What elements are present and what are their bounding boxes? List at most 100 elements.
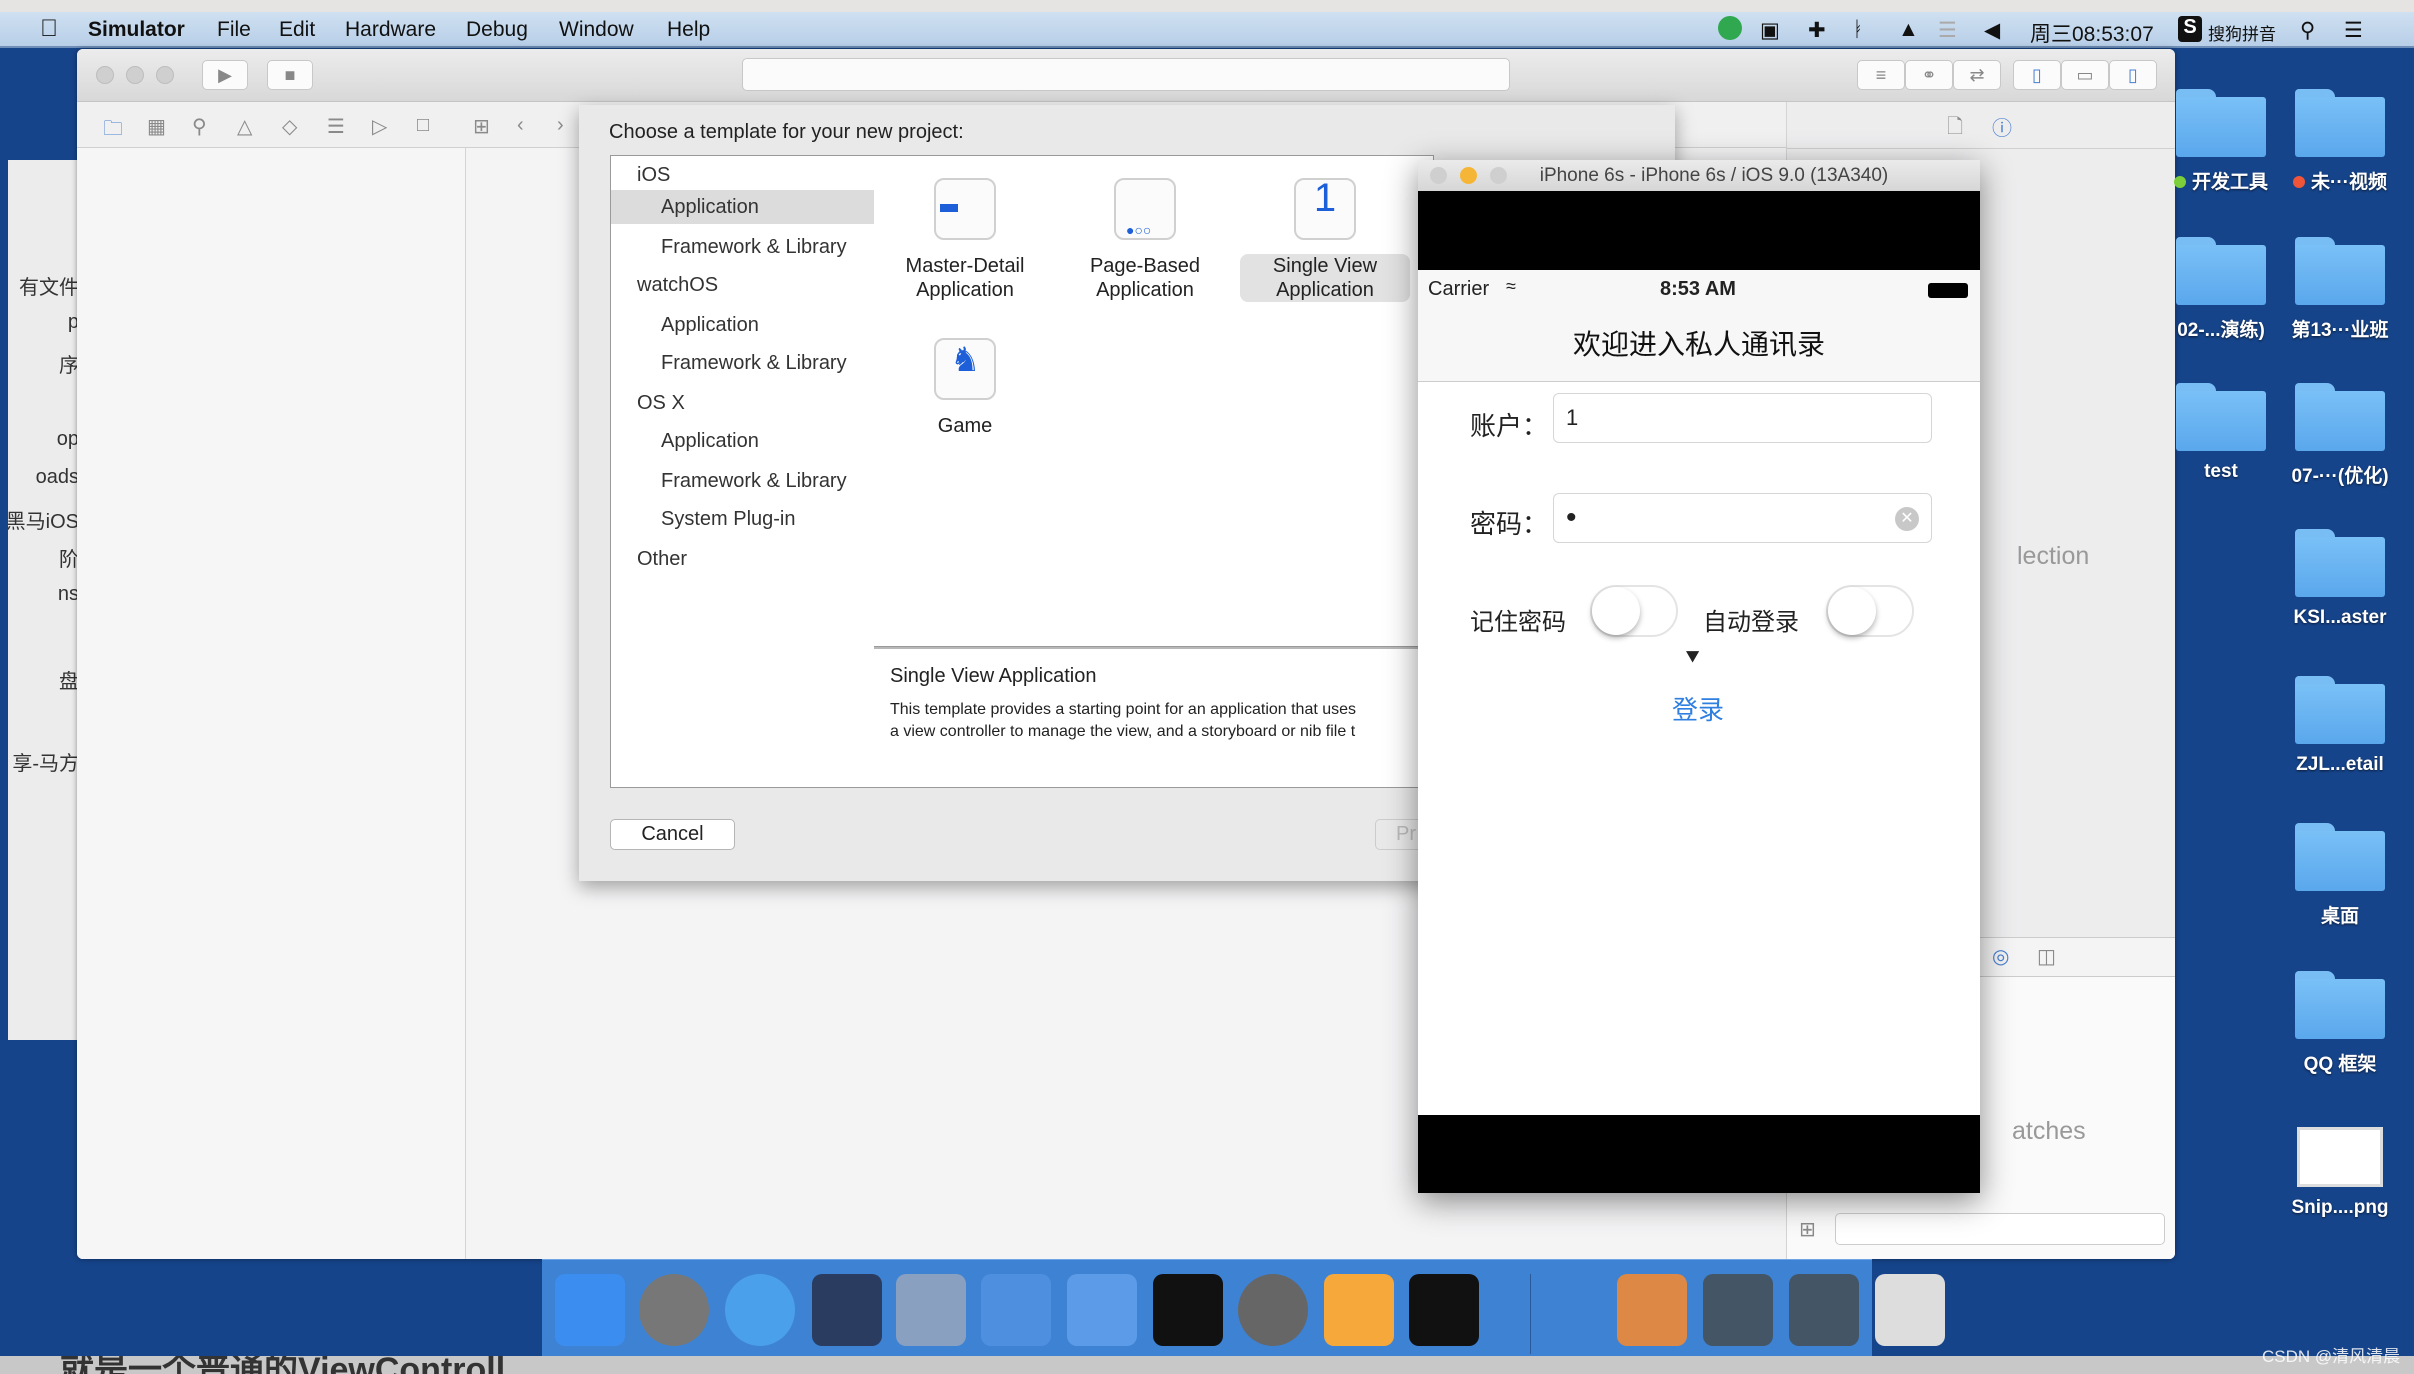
trash-icon[interactable] [1875,1274,1945,1346]
category-item[interactable]: Application [611,190,874,224]
system-preferences-icon[interactable] [1238,1274,1308,1346]
symbol-icon[interactable]: ▦ [147,114,166,139]
clear-text-icon[interactable]: ✕ [1895,507,1919,531]
finder-sidebar-item[interactable]: 盘 [59,665,79,694]
wifi-icon[interactable]: ☰ [1938,18,1957,43]
help-icon[interactable]: ⓘ [1992,112,2012,141]
cancel-button[interactable]: Cancel [610,819,735,850]
sketch-icon[interactable] [1324,1274,1394,1346]
minimize-button[interactable] [126,66,144,84]
network-app-1-icon[interactable] [1703,1274,1773,1346]
minimize-button[interactable] [1460,167,1477,184]
template-game[interactable]: ♞ Game [880,338,1050,438]
finder-sidebar-item[interactable]: op [57,428,79,451]
forward-icon[interactable]: › [557,114,564,137]
finder-sidebar-item[interactable]: 序 [59,349,79,378]
report-icon[interactable]: □ [417,114,429,137]
menu-hardware[interactable]: Hardware [345,18,436,42]
back-icon[interactable]: ‹ [517,114,524,137]
desktop-item[interactable]: KSI...aster [2265,517,2414,647]
password-input[interactable]: • ✕ [1553,493,1932,543]
auto-login-switch[interactable] [1826,585,1914,637]
menu-window[interactable]: Window [559,18,634,42]
close-button[interactable] [1430,167,1447,184]
xcode-icon[interactable] [981,1274,1051,1346]
warning-icon[interactable]: △ [237,114,252,139]
finder-sidebar-item[interactable]: 阶 [59,543,79,572]
account-input[interactable]: 1 [1553,393,1932,443]
desktop-item[interactable]: 第13···业班 [2265,225,2414,355]
template-page-based[interactable]: ●○○ Page-Based Application [1060,178,1230,302]
zoom-button[interactable] [1490,167,1507,184]
notification-list-icon[interactable]: ☰ [2344,18,2363,43]
category-item[interactable]: Application [661,430,759,453]
lock-icon[interactable]: ▲ [1898,18,1919,42]
test-icon[interactable]: ◇ [282,114,297,139]
debug-area-toggle-icon[interactable]: ▭ [2061,60,2109,90]
desktop-item[interactable]: ZJL...etail [2265,664,2414,794]
menu-simulator[interactable]: Simulator [88,18,185,42]
sogou-icon[interactable]: S [2178,16,2202,42]
finder-sidebar-item[interactable]: oads [36,466,79,489]
desktop-item[interactable]: 07-···(优化) [2265,371,2414,501]
volume-icon[interactable]: ◀ [1984,18,2000,43]
category-item[interactable]: Framework & Library [661,470,847,493]
close-button[interactable] [96,66,114,84]
terminal-icon[interactable] [1153,1274,1223,1346]
assistant-editor-icon[interactable]: ⚭ [1905,60,1953,90]
zoom-button[interactable] [156,66,174,84]
spotlight-search-icon[interactable]: ⚲ [2300,18,2315,43]
object-library-icon[interactable]: ◎ [1992,944,2009,969]
play-circle-icon[interactable] [1718,16,1742,40]
apple-icon[interactable]:  [40,15,58,43]
bluetooth-icon[interactable]: ᛓ [1852,18,1865,42]
version-editor-icon[interactable]: ⇄ [1953,60,2001,90]
desktop-item[interactable]: 桌面 [2265,811,2414,941]
folder-icon[interactable]: 🗀 [103,114,123,148]
template-single-view[interactable]: 1 Single View Application [1240,178,1410,302]
finder-icon[interactable] [555,1274,625,1346]
finder-sidebar-item[interactable]: ns [58,583,79,606]
video-player-icon[interactable] [1617,1274,1687,1346]
template-master-detail[interactable]: Master-Detail Application [880,178,1050,302]
video-app-icon[interactable] [896,1274,966,1346]
clock[interactable]: 周三08:53:07 [2030,18,2154,48]
finder-sidebar-item[interactable]: 享-马方 [12,747,79,776]
remember-password-switch[interactable] [1590,585,1678,637]
category-item[interactable]: Framework & Library [661,352,847,375]
menu-help[interactable]: Help [667,18,710,42]
exec-terminal-icon[interactable] [1409,1274,1479,1346]
airplane-icon[interactable]: ✚ [1808,18,1826,43]
category-item[interactable]: Application [661,314,759,337]
grid-view-icon[interactable]: ⊞ [1799,1217,1816,1242]
network-app-2-icon[interactable] [1789,1274,1859,1346]
run-button[interactable]: ▶ [202,60,248,90]
library-filter-input[interactable] [1835,1213,2165,1245]
navigator-toggle-icon[interactable]: ▯ [2013,60,2061,90]
finder-sidebar-item[interactable]: 有文件 [19,271,79,300]
launchpad-icon[interactable] [639,1274,709,1346]
instruments-icon[interactable] [1067,1274,1137,1346]
safari-icon[interactable] [725,1274,795,1346]
debug-icon[interactable]: ☰ [327,114,345,139]
finder-sidebar-item[interactable]: 黑马iOS [8,505,79,534]
search-icon[interactable]: ⚲ [192,114,207,139]
category-item[interactable]: Framework & Library [661,236,847,259]
menu-edit[interactable]: Edit [279,18,315,42]
desktop-item[interactable]: QQ 框架 [2265,959,2414,1089]
login-button[interactable]: 登录 [1672,690,1724,727]
menu-file[interactable]: File [217,18,251,42]
menu-debug[interactable]: Debug [466,18,528,42]
media-library-icon[interactable]: ◫ [2037,944,2056,969]
desktop-item[interactable]: 未···视频 [2265,77,2414,207]
standard-editor-icon[interactable]: ≡ [1857,60,1905,90]
mouse-app-icon[interactable] [812,1274,882,1346]
stop-button[interactable]: ■ [267,60,313,90]
desktop-item[interactable]: Snip....png [2265,1107,2414,1237]
category-item[interactable]: System Plug-in [661,508,796,531]
file-inspector-icon[interactable]: 🗋 [1947,112,1963,146]
grid-icon[interactable]: ⊞ [473,114,490,139]
input-method[interactable]: 搜狗拼音 [2208,20,2276,45]
camera-icon[interactable]: ▣ [1760,18,1780,43]
breakpoint-icon[interactable]: ▷ [372,114,387,139]
